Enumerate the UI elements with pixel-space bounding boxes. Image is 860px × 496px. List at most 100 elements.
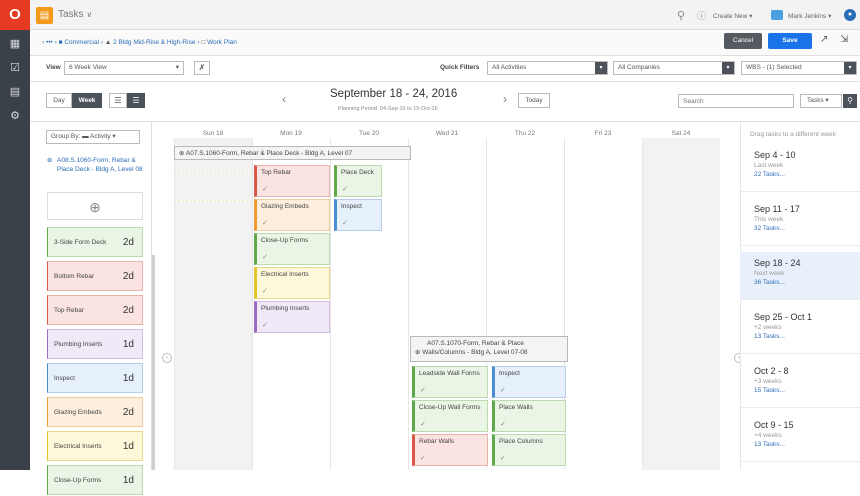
- sidebar-activity[interactable]: Electrical Inserts 1d: [47, 431, 143, 461]
- avatar[interactable]: [771, 10, 783, 20]
- check-icon[interactable]: ✓: [500, 454, 506, 462]
- activities-filter[interactable]: All Activities ▾: [487, 61, 608, 75]
- task-name: Place Walls: [499, 404, 533, 411]
- list-view-icon[interactable]: ☰: [109, 93, 127, 108]
- app-title[interactable]: Tasks ∨: [58, 9, 92, 20]
- sidebar-activity[interactable]: Plumbing Inserts 1d: [47, 329, 143, 359]
- share-icon[interactable]: ↗: [820, 34, 828, 45]
- cancel-button[interactable]: Cancel: [724, 33, 762, 49]
- task-card[interactable]: Place Walls ✓: [492, 400, 566, 432]
- save-button[interactable]: Save: [768, 33, 812, 49]
- check-icon[interactable]: ✓: [342, 185, 348, 193]
- task-card[interactable]: Place Columns ✓: [492, 434, 566, 466]
- task-card[interactable]: Top Rebar ✓: [254, 165, 330, 197]
- check-icon[interactable]: ✓: [420, 386, 426, 394]
- search-input[interactable]: [678, 94, 794, 108]
- board-view-icon[interactable]: ☰: [127, 93, 145, 108]
- check-icon[interactable]: ✓: [500, 420, 506, 428]
- week-card[interactable]: Sep 11 - 17 This week 32 Tasks...: [740, 198, 860, 246]
- check-icon[interactable]: ✓: [420, 454, 426, 462]
- check-icon[interactable]: ✓: [500, 386, 506, 394]
- activity-duration: 1d: [122, 339, 134, 350]
- week-card[interactable]: Sep 18 - 24 Next week 36 Tasks...: [740, 252, 860, 300]
- check-icon[interactable]: ✓: [342, 219, 348, 227]
- activity-name: Electrical Inserts: [54, 443, 102, 450]
- group-by-select[interactable]: Group By: ▬ Activity ▾: [46, 130, 140, 144]
- task-group-header[interactable]: ⊕ A07.S.1060-Form, Rebar & Place Deck - …: [174, 146, 411, 160]
- search-scope-select[interactable]: Tasks ▾: [800, 94, 842, 108]
- week-sub: +4 weeks: [754, 432, 782, 439]
- fullscreen-icon[interactable]: ⇲: [840, 34, 848, 45]
- task-card[interactable]: Place Deck ✓: [334, 165, 382, 197]
- task-card[interactable]: Inspect ✓: [492, 366, 566, 398]
- check-icon[interactable]: ✓: [262, 219, 268, 227]
- sidebar-scrollbar[interactable]: [152, 255, 155, 470]
- procore-logo[interactable]: O: [0, 0, 30, 30]
- week-view-button[interactable]: Week: [72, 93, 102, 108]
- chevron-down-icon: ∨: [86, 10, 93, 19]
- search-icon[interactable]: ⚲: [677, 9, 685, 22]
- user-menu[interactable]: Mark Jenkins ▾: [788, 12, 831, 20]
- breadcrumb-building[interactable]: 2 Bldg Mid-Rise & High-Rise: [113, 39, 195, 46]
- collapse-icon[interactable]: ✗: [194, 61, 210, 75]
- document-icon[interactable]: ▤: [7, 84, 23, 100]
- grid-icon[interactable]: ▦: [7, 36, 23, 52]
- gear-icon[interactable]: ⚙: [7, 108, 23, 124]
- sidebar-activity[interactable]: 3-Side Form Deck 2d: [47, 227, 143, 257]
- check-icon[interactable]: ✓: [262, 287, 268, 295]
- left-rail: ▦ ☑ ▤ ⚙: [0, 30, 30, 470]
- week-card[interactable]: Sep 4 - 10 Last week 22 Tasks...: [740, 144, 860, 192]
- breadcrumb-plan[interactable]: Work Plan: [207, 39, 237, 46]
- companies-filter[interactable]: All Companies ▾: [613, 61, 735, 75]
- week-count[interactable]: 22 Tasks...: [754, 171, 846, 178]
- task-group-header[interactable]: A07.S.1070-Form, Rebar & Place ⊕ Walls/C…: [410, 336, 568, 362]
- week-count[interactable]: 15 Tasks...: [754, 387, 846, 394]
- task-card[interactable]: Glazing Embeds ✓: [254, 199, 330, 231]
- chevron-down-icon: ▾: [722, 62, 734, 74]
- notifications-icon[interactable]: ●: [844, 9, 856, 21]
- check-icon[interactable]: ✓: [262, 185, 268, 193]
- sidebar-activity[interactable]: Glazing Embeds 2d: [47, 397, 143, 427]
- view-select[interactable]: 6 Week View ▾: [64, 61, 184, 75]
- breadcrumb-sep: ›: [42, 39, 45, 46]
- task-card[interactable]: Close-Up Forms ✓: [254, 233, 330, 265]
- week-count[interactable]: 36 Tasks...: [754, 279, 846, 286]
- today-button[interactable]: Today: [518, 93, 550, 108]
- breadcrumb-project[interactable]: Commercial: [64, 39, 99, 46]
- wbs-filter-value: WBS - (1) Selected: [746, 64, 802, 71]
- task-card[interactable]: Inspect ✓: [334, 199, 382, 231]
- collapse-circle-icon: ⊕: [47, 157, 53, 164]
- week-card[interactable]: Oct 9 - 15 +4 weeks 13 Tasks...: [740, 414, 860, 462]
- week-count[interactable]: 32 Tasks...: [754, 225, 846, 232]
- search-icon[interactable]: ⚲: [843, 94, 857, 108]
- sidebar-activity[interactable]: Bottom Rebar 2d: [47, 261, 143, 291]
- previous-week-icon[interactable]: ‹: [282, 92, 286, 106]
- companies-filter-value: All Companies: [618, 64, 660, 71]
- breadcrumb-more[interactable]: •••: [46, 39, 53, 46]
- check-icon[interactable]: ✓: [262, 321, 268, 329]
- check-icon[interactable]: ✓: [262, 253, 268, 261]
- week-card[interactable]: Sep 25 - Oct 1 +2 weeks 13 Tasks...: [740, 306, 860, 354]
- week-card[interactable]: Oct 2 - 8 +3 weeks 15 Tasks...: [740, 360, 860, 408]
- sidebar-activity[interactable]: Inspect 1d: [47, 363, 143, 393]
- task-card[interactable]: Plumbing Inserts ✓: [254, 301, 330, 333]
- breadcrumb-sep: ›: [54, 39, 57, 46]
- wbs-filter[interactable]: WBS - (1) Selected ▾: [741, 61, 857, 75]
- task-card[interactable]: Close-Up Wall Forms ✓: [412, 400, 488, 432]
- task-card[interactable]: Electrical Inserts ✓: [254, 267, 330, 299]
- week-count[interactable]: 13 Tasks...: [754, 441, 846, 448]
- next-week-icon[interactable]: ›: [503, 92, 507, 106]
- add-activity-icon[interactable]: ⊕: [47, 192, 143, 220]
- task-card[interactable]: Rebar Walls ✓: [412, 434, 488, 466]
- check-icon[interactable]: ✓: [420, 420, 426, 428]
- create-new-menu[interactable]: Create New ▾: [713, 12, 752, 20]
- help-icon[interactable]: ⓘ: [697, 9, 706, 22]
- sidebar-activity[interactable]: Top Rebar 2d: [47, 295, 143, 325]
- checkbox-icon[interactable]: ☑: [7, 60, 23, 76]
- week-count[interactable]: 13 Tasks...: [754, 333, 846, 340]
- chevron-down-icon: ▾: [175, 64, 179, 71]
- task-card[interactable]: Leadside Wall Forms ✓: [412, 366, 488, 398]
- day-view-button[interactable]: Day: [46, 93, 72, 108]
- sidebar-group[interactable]: ⊕ A08.S.1060-Form, Rebar & Place Deck - …: [47, 156, 147, 174]
- scroll-left-icon[interactable]: ‹: [162, 353, 172, 363]
